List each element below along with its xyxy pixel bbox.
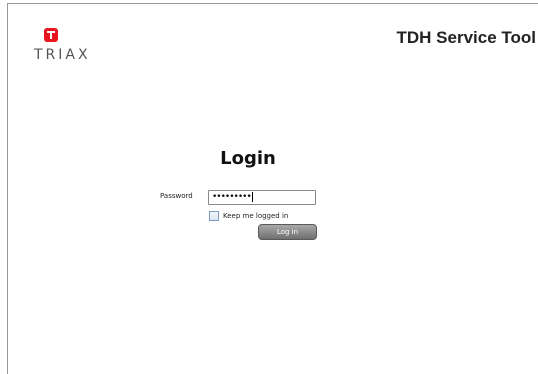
keep-logged-in-checkbox[interactable] xyxy=(209,210,219,221)
password-label: Password xyxy=(160,192,193,200)
logo-text: TRIAX xyxy=(34,47,91,63)
password-value: ••••••••• xyxy=(212,192,252,202)
triax-logo-icon xyxy=(44,28,58,42)
triax-logo: TRIAX xyxy=(34,28,102,64)
keep-logged-in-label[interactable]: Keep me logged in xyxy=(223,212,288,220)
text-caret xyxy=(251,191,253,202)
page-frame: TRIAX TDH Service Tool Login Password ••… xyxy=(7,3,538,374)
login-button[interactable]: Log in xyxy=(258,224,317,240)
keep-logged-in-row[interactable]: Keep me logged in xyxy=(209,210,288,221)
password-input[interactable]: ••••••••• xyxy=(208,190,316,205)
login-heading: Login xyxy=(220,148,276,169)
app-title: TDH Service Tool xyxy=(396,28,537,47)
